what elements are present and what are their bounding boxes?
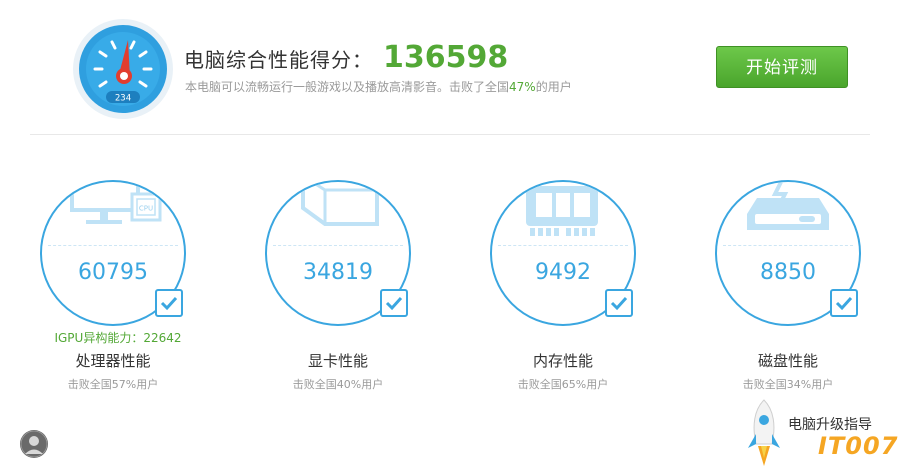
disk-score: 8850	[760, 260, 816, 285]
check-icon	[380, 289, 408, 317]
memory-beat-text: 击败全国65%用户	[517, 378, 609, 391]
watermark-logo: IT007	[818, 432, 899, 460]
avatar[interactable]	[20, 430, 48, 458]
graphics-card-icon	[301, 182, 379, 226]
check-icon	[605, 289, 633, 317]
rocket-icon	[748, 399, 780, 466]
score-description: 本电脑可以流畅运行一般游戏以及播放高清影音。击败了全国47%的用户	[185, 78, 572, 95]
cpu-score: 60795	[78, 260, 148, 285]
speedometer-icon: 234	[72, 18, 174, 120]
divider	[30, 134, 870, 135]
computer-cpu-icon: CPU	[70, 182, 162, 224]
gpu-score: 34819	[303, 260, 373, 285]
desc-suffix: 的用户	[535, 80, 572, 94]
score-value: 136598	[383, 40, 509, 75]
memory-score-circle: 9492	[490, 180, 636, 326]
check-icon	[155, 289, 183, 317]
memory-label: 内存性能	[532, 352, 593, 370]
disk-beat-text: 击败全国34%用户	[742, 378, 834, 391]
cpu-beat-text: 击败全国57%用户	[67, 378, 159, 391]
cpu-score-circle: CPU 60795	[40, 180, 186, 326]
disk-label: 磁盘性能	[757, 352, 818, 370]
disk-icon	[747, 182, 829, 230]
cpu-chip-label: CPU	[139, 205, 153, 213]
memory-icon	[526, 186, 598, 236]
gauge-readout: 234	[115, 94, 131, 104]
beat-percent: 47%	[509, 80, 536, 94]
start-test-button[interactable]: 开始评测	[716, 46, 848, 88]
score-label: 电脑综合性能得分：	[184, 48, 373, 72]
gpu-beat-text: 击败全国40%用户	[292, 378, 384, 391]
desc-prefix: 本电脑可以流畅运行一般游戏以及播放高清影音。击败了全国	[185, 80, 510, 94]
check-icon	[830, 289, 858, 317]
memory-score: 9492	[535, 260, 591, 285]
cpu-label: 处理器性能	[75, 352, 151, 370]
overall-score: 电脑综合性能得分： 136598	[184, 40, 508, 76]
gpu-score-circle: 34819	[265, 180, 411, 326]
disk-score-circle: 8850	[715, 180, 861, 326]
gpu-label: 显卡性能	[307, 352, 368, 370]
summary-panel: 234 电脑综合性能得分： 136598 本电脑可以流畅运行一般游戏以及播放高清…	[0, 0, 900, 135]
igpu-score: IGPU异构能力：22642	[54, 331, 182, 345]
